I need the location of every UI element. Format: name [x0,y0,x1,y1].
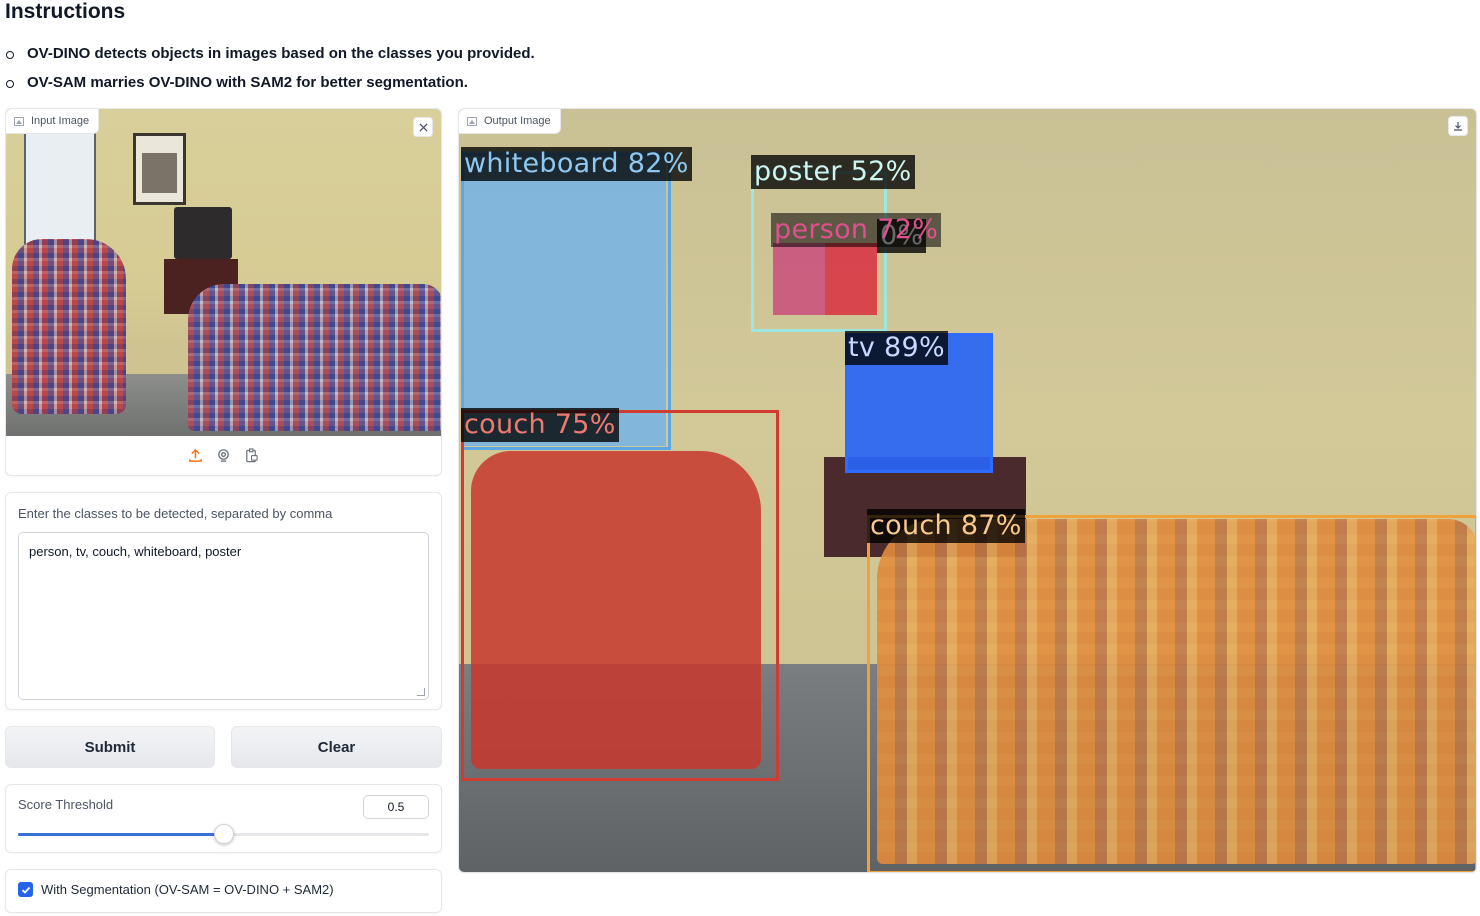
download-icon[interactable] [1448,116,1468,136]
submit-button[interactable]: Submit [5,726,215,768]
detection-label-couch-75: couch 75% [461,408,619,442]
segmentation-checkbox[interactable] [18,882,33,897]
instruction-item: OV-DINO detects objects in images based … [5,43,535,72]
input-image-label: Input Image [31,115,90,127]
input-image [6,109,441,436]
close-icon[interactable] [413,117,433,137]
slider-fill [18,833,224,836]
classes-panel: Enter the classes to be detected, separa… [5,492,442,710]
segmentation-checkbox-row[interactable]: With Segmentation (OV-SAM = OV-DINO + SA… [18,882,334,897]
segmentation-label: With Segmentation (OV-SAM = OV-DINO + SA… [41,882,334,897]
segmentation-panel: With Segmentation (OV-SAM = OV-DINO + SA… [5,869,442,913]
armchair [12,239,126,414]
slider-thumb[interactable] [213,824,234,844]
tv [174,207,232,259]
clipboard-icon[interactable] [244,447,260,463]
whiteboard-box [461,153,671,450]
image-icon [14,116,24,126]
resize-handle[interactable] [417,688,425,696]
input-image-panel[interactable]: Input Image [5,108,442,476]
output-image: whiteboard 82% poster 52% 0% person 72% … [459,109,1476,872]
input-image-tag: Input Image [6,109,100,134]
threshold-number-input[interactable]: 0.5 [363,795,429,819]
detection-label-tv: tv 89% [845,331,948,365]
whiteboard [24,131,96,253]
detection-label-person: person 72% [771,213,942,247]
upload-toolbar [6,435,441,475]
poster-photo [142,153,177,193]
output-image-label: Output Image [484,115,551,127]
instruction-item: OV-SAM marries OV-DINO with SAM2 for bet… [5,72,535,101]
instructions-list: OV-DINO detects objects in images based … [5,43,535,101]
couch-75-box [461,410,779,781]
detection-label-poster: poster 52% [751,155,915,189]
upload-icon[interactable] [188,447,204,463]
detection-label-whiteboard: whiteboard 82% [461,147,692,181]
instructions-title: Instructions [5,0,126,23]
output-image-panel: Output Image whiteboard 82% poster 52% 0… [458,108,1477,873]
threshold-label: Score Threshold [18,797,114,812]
image-icon [467,116,477,126]
threshold-slider[interactable] [18,824,429,844]
person-mask-right [825,243,877,315]
classes-input[interactable] [18,532,429,700]
couch-87-box [867,515,1476,872]
detection-label-couch-87: couch 87% [867,509,1025,543]
webcam-icon[interactable] [216,447,232,463]
classes-label: Enter the classes to be detected, separa… [18,506,333,521]
threshold-panel: Score Threshold 0.5 [5,784,442,853]
output-image-tag: Output Image [459,109,561,134]
sofa [188,284,441,431]
clear-button[interactable]: Clear [231,726,442,768]
